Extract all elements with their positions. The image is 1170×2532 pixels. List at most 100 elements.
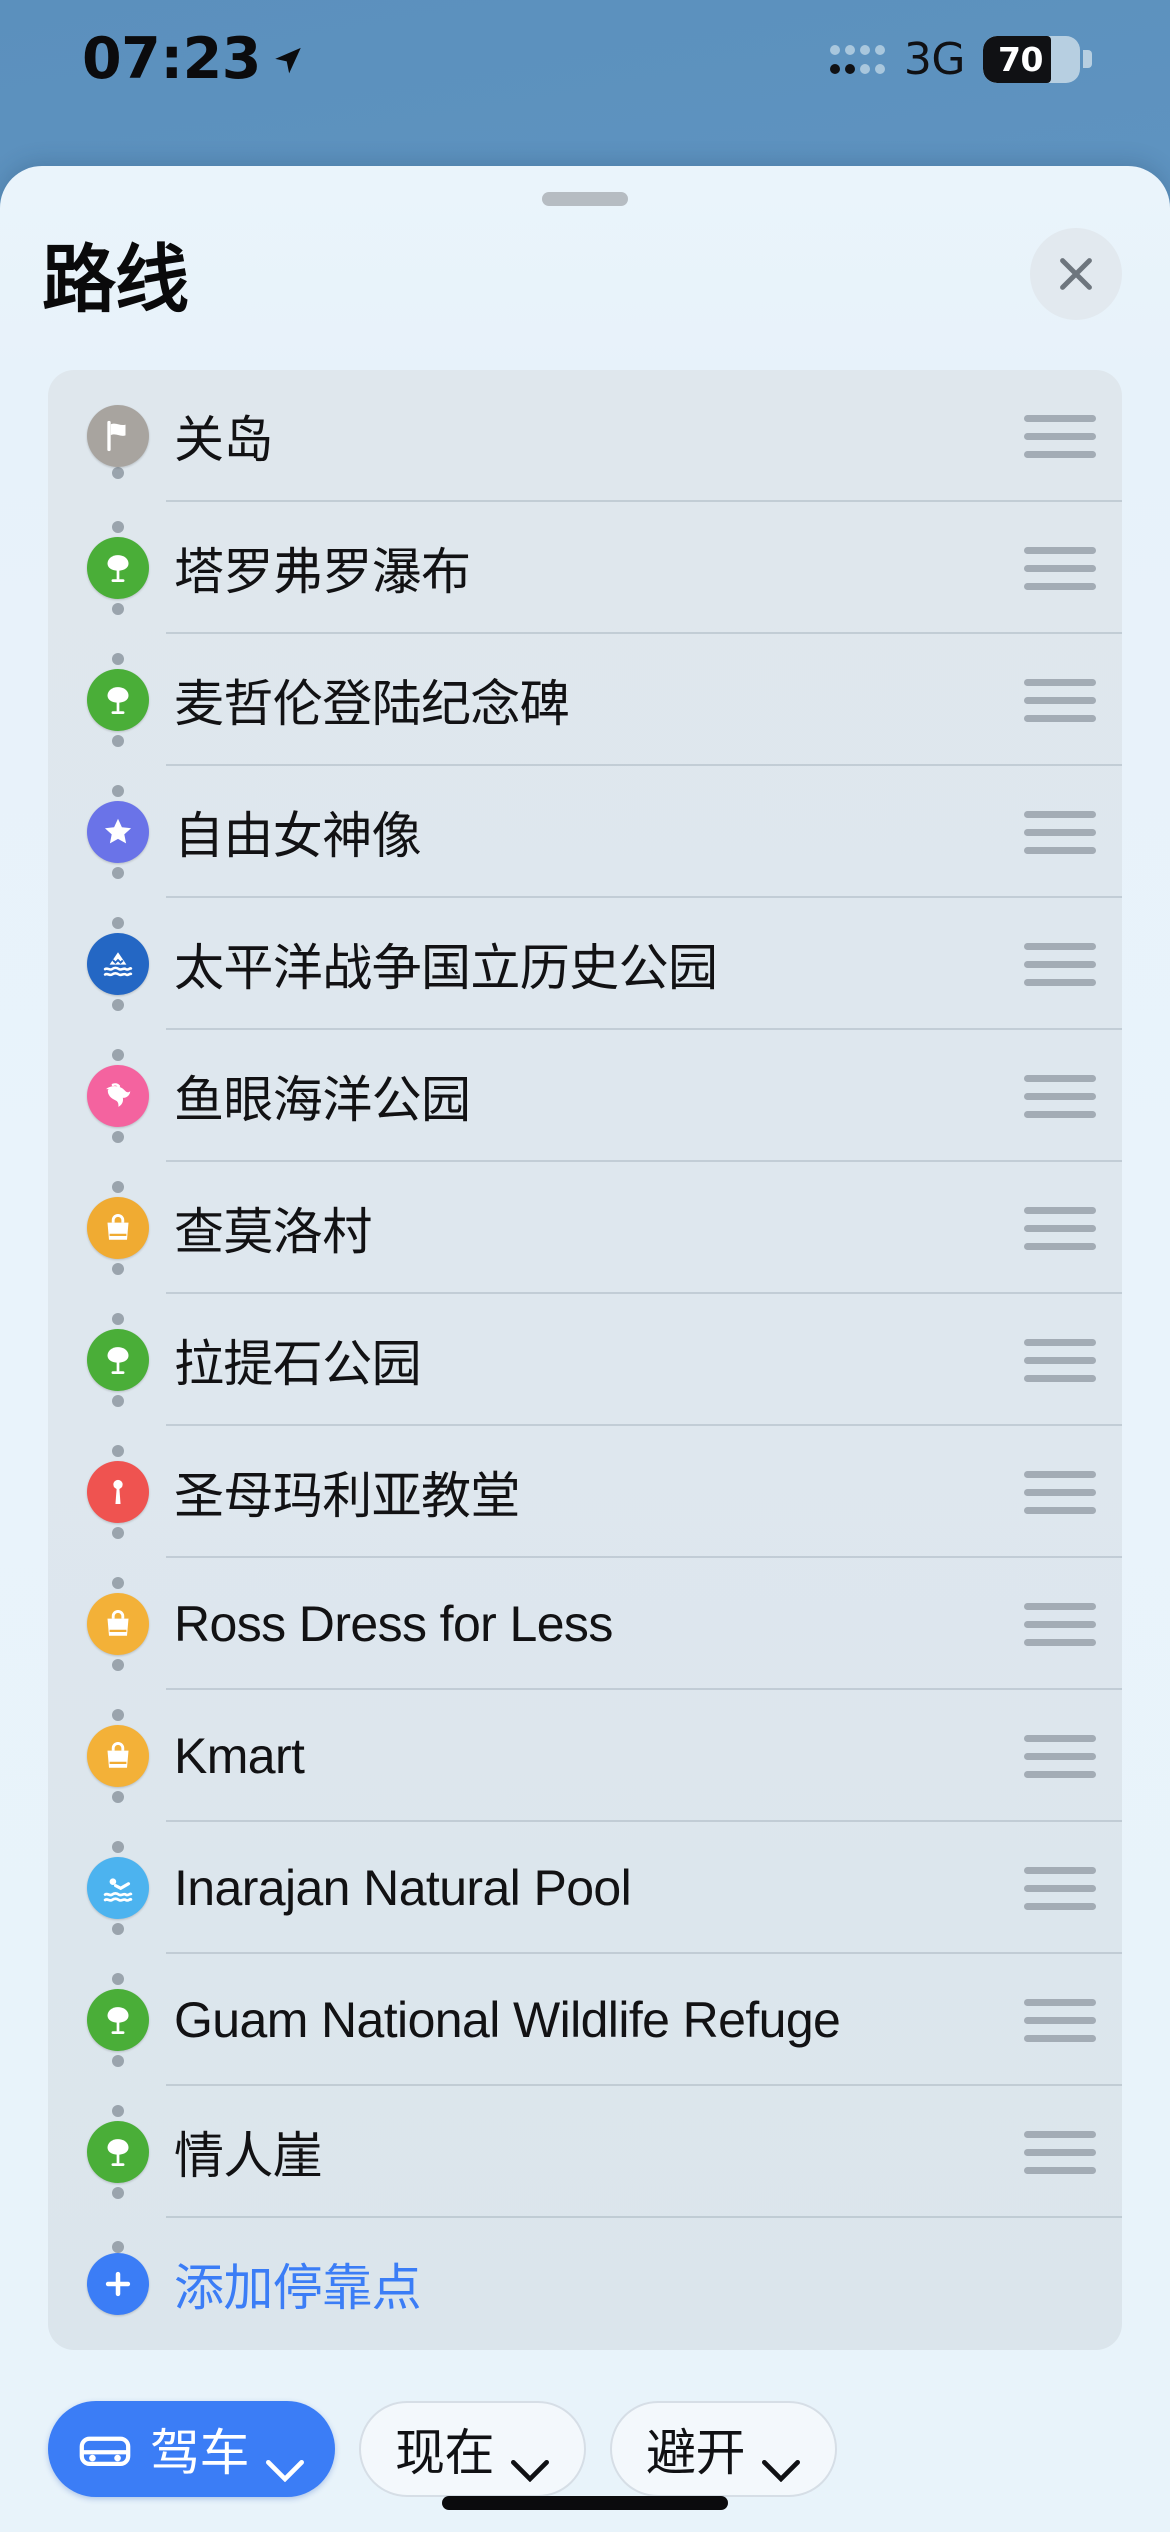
plus-circle-icon [87,2253,149,2315]
stop-row[interactable]: 塔罗弗罗瀑布 [48,502,1122,634]
reorder-handle-icon[interactable] [1006,414,1114,458]
reorder-handle-icon[interactable] [1006,546,1114,590]
stop-label: Guam National Wildlife Refuge [174,1992,841,2048]
stop-label: 查莫洛村 [174,1204,372,1260]
stop-row[interactable]: 圣母玛利亚教堂 [48,1426,1122,1558]
battery-body: 70 [983,35,1080,83]
stop-label: 自由女神像 [174,808,422,864]
network-label: 3G [903,33,966,85]
stop-row[interactable]: 拉提石公园 [48,1294,1122,1426]
stop-row[interactable]: 情人崖 [48,2086,1122,2218]
status-bar-right: 3G 70 [830,34,1092,85]
stop-pin [72,2253,164,2315]
status-time: 07:23 [82,25,261,92]
reorder-handle-icon[interactable] [1006,1074,1114,1118]
stop-label: 圣母玛利亚教堂 [174,1468,520,1524]
reorder-handle-icon[interactable] [1006,1602,1114,1646]
tree-icon [87,2121,149,2183]
tree-icon [87,1989,149,2051]
stop-pin [72,933,164,995]
add-stop-label: 添加停靠点 [174,2260,422,2316]
shopping-bag-icon [87,1197,149,1259]
stop-label: 塔罗弗罗瀑布 [174,544,471,600]
stops-list: 关岛塔罗弗罗瀑布麦哲伦登陆纪念碑 自由女神像太平洋战争国立历史公园 鱼眼海洋公园 查莫… [48,370,1122,2350]
stop-pin [72,1329,164,1391]
car-icon [76,2428,134,2470]
shopping-bag-icon [87,1725,149,1787]
battery-cap [1083,50,1092,68]
stop-pin [72,2121,164,2183]
stop-label: Ross Dress for Less [174,1596,613,1652]
stop-label: 情人崖 [174,2128,323,2184]
stop-pin [72,1593,164,1655]
tree-icon [87,537,149,599]
chevron-down-icon [265,2436,305,2482]
reorder-handle-icon[interactable] [1006,942,1114,986]
stop-label: 鱼眼海洋公园 [174,1072,471,1128]
add-stop-row[interactable]: 添加停靠点 [48,2218,1122,2350]
stop-label: 麦哲伦登陆纪念碑 [174,676,570,732]
stop-pin [72,669,164,731]
tree-icon [87,669,149,731]
sheet-grabber[interactable] [542,192,628,206]
routes-sheet: 路线 关岛塔罗弗罗瀑布麦哲伦登陆纪念碑 自由女神像太平洋战争国立历史公园 鱼眼海洋公… [0,166,1170,2532]
close-button[interactable] [1030,228,1122,320]
landmark-pin-icon [87,1461,149,1523]
stop-label: 拉提石公园 [174,1336,422,1392]
stop-pin [72,1065,164,1127]
departure-time-button[interactable]: 现在 [359,2401,586,2497]
stop-row[interactable]: 鱼眼海洋公园 [48,1030,1122,1162]
signal-dots-icon [830,42,886,76]
status-bar-left: 07:23 [82,25,305,92]
stop-row[interactable]: Inarajan Natural Pool [48,1822,1122,1954]
tree-icon [87,1329,149,1391]
stop-row[interactable]: Ross Dress for Less [48,1558,1122,1690]
stop-label: 太平洋战争国立历史公园 [174,940,718,996]
stop-row[interactable]: 太平洋战争国立历史公园 [48,898,1122,1030]
reorder-handle-icon[interactable] [1006,678,1114,722]
location-arrow-icon [271,43,305,77]
avoid-options-button[interactable]: 避开 [610,2401,837,2497]
star-icon [87,801,149,863]
shopping-bag-icon [87,1593,149,1655]
national-park-icon [87,933,149,995]
stop-row[interactable]: 麦哲伦登陆纪念碑 [48,634,1122,766]
page-title: 路线 [42,238,189,321]
chevron-down-icon [761,2436,801,2482]
reorder-handle-icon[interactable] [1006,1206,1114,1250]
stop-row[interactable]: 自由女神像 [48,766,1122,898]
departure-time-label: 现在 [395,2425,495,2481]
stop-row[interactable]: 关岛 [48,370,1122,502]
stop-row[interactable]: Guam National Wildlife Refuge [48,1954,1122,2086]
stop-pin [72,801,164,863]
reorder-handle-icon[interactable] [1006,1866,1114,1910]
stop-label: Inarajan Natural Pool [174,1860,632,1916]
stop-pin [72,1857,164,1919]
swimming-icon [87,1857,149,1919]
reorder-handle-icon[interactable] [1006,2130,1114,2174]
stop-pin [72,1197,164,1259]
stop-label: 关岛 [174,412,273,468]
stop-row[interactable]: 查莫洛村 [48,1162,1122,1294]
reorder-handle-icon[interactable] [1006,1998,1114,2042]
home-indicator [442,2496,728,2510]
sheet-header: 路线 [0,206,1170,354]
stop-label: Kmart [174,1728,305,1784]
transport-mode-button[interactable]: 驾车 [48,2401,335,2497]
transport-mode-label: 驾车 [150,2425,250,2481]
stop-row[interactable]: Kmart [48,1690,1122,1822]
reorder-handle-icon[interactable] [1006,1734,1114,1778]
stop-pin [72,537,164,599]
battery-indicator: 70 [983,35,1092,83]
stop-pin [72,1725,164,1787]
chevron-down-icon [510,2436,550,2482]
stop-pin [72,405,164,467]
stop-pin [72,1461,164,1523]
battery-percent: 70 [998,39,1043,79]
status-bar: 07:23 3G 70 [0,0,1170,118]
reorder-handle-icon[interactable] [1006,1338,1114,1382]
reorder-handle-icon[interactable] [1006,810,1114,854]
close-icon [1053,251,1099,297]
reorder-handle-icon[interactable] [1006,1470,1114,1514]
flag-icon [87,405,149,467]
